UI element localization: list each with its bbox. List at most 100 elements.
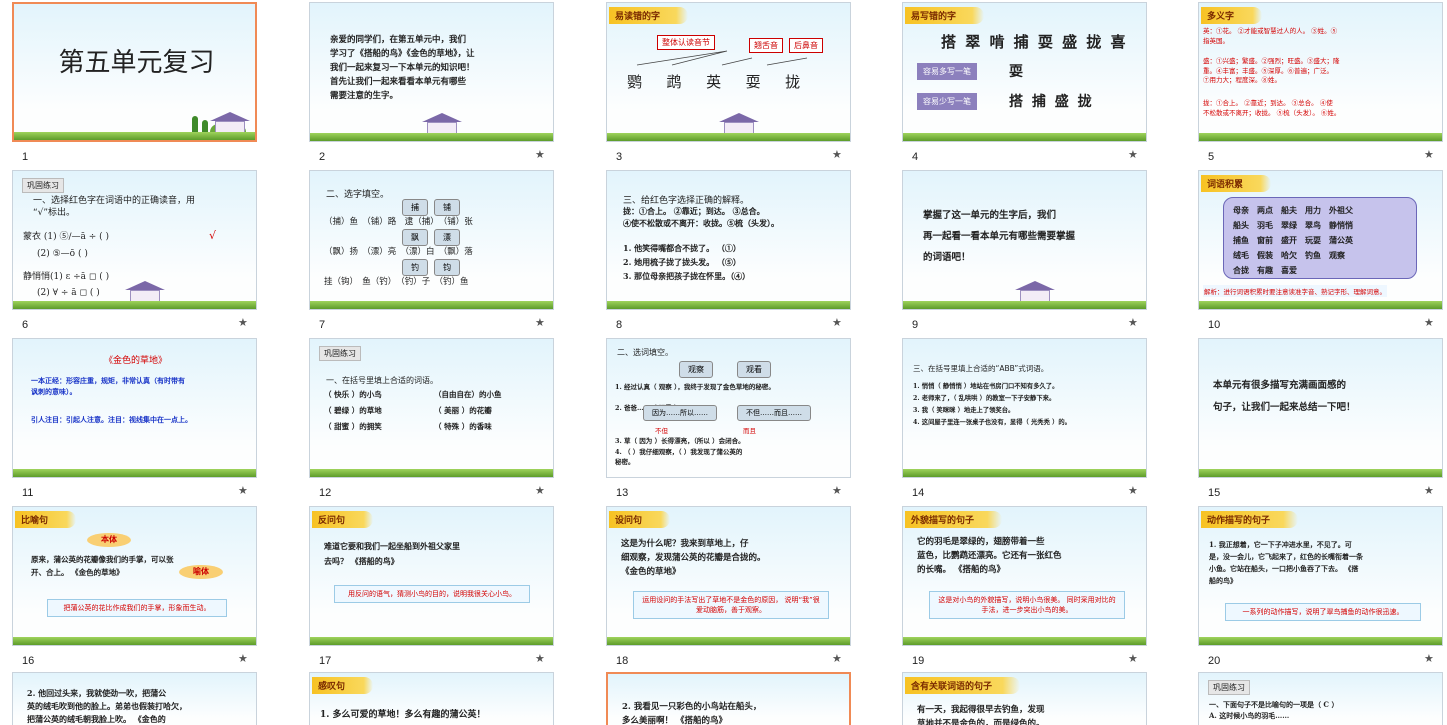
section-label: 巩固练习 xyxy=(22,178,64,193)
slide-number: 3 xyxy=(616,151,623,163)
slide-tag: 含有关联词语的句子 xyxy=(905,677,1021,694)
animation-star-icon[interactable]: ★ xyxy=(238,652,248,665)
paragraph: 拢：①合上。 ②靠近；到达。 ③总合。 ④使 不松散或不离开；收拢。 ⑤梳（头发… xyxy=(1203,99,1341,117)
question: 1. 经过认真（ 观察 ），我终于发现了金色草地的秘密。 xyxy=(615,383,775,391)
slide-number: 20 xyxy=(1208,655,1221,667)
animation-star-icon[interactable]: ★ xyxy=(535,316,545,329)
slide-tag: 动作描写的句子 xyxy=(1201,511,1299,528)
animation-star-icon[interactable]: ★ xyxy=(535,148,545,161)
slide-body: 二、选字填空。 xyxy=(326,190,390,200)
char-row: 耍 xyxy=(1009,64,1023,80)
slide-body: 难道它要和我们一起坐船到外祖父家里 去吗？ 《搭船的鸟》 xyxy=(324,541,460,566)
animation-star-icon[interactable]: ★ xyxy=(1424,316,1434,329)
slide-sorter-grid: 第五单元复习 1 亲爱的同学们，在第五单元中，我们 学习了《搭船的鸟》《金色的草… xyxy=(0,0,1447,725)
slide-tag: 设问句 xyxy=(609,511,671,528)
slide-number: 16 xyxy=(22,655,35,667)
animation-star-icon[interactable]: ★ xyxy=(1424,652,1434,665)
answer: （ 碧绿 ）的草地 xyxy=(324,406,382,415)
section-label: 巩固练习 xyxy=(1208,680,1250,695)
label-oval: 本体 xyxy=(87,533,131,547)
slide-tag: 词语积累 xyxy=(1201,175,1272,192)
sentence: 2. 她用梳子拢了拢头发。 （⑤） xyxy=(623,257,741,267)
slide-body: 亲爱的同学们，在第五单元中，我们 学习了《搭船的鸟》《金色的草地》，让 我们一起… xyxy=(330,35,475,101)
slide-number: 9 xyxy=(912,319,919,331)
question: 4. 这间屋子里连一张桌子也没有，显得（ 光秃秃 ）的。 xyxy=(913,419,1071,426)
question: 1. 悄悄（ 静悄悄 ）地站在书房门口不知有多久了。 xyxy=(913,383,1059,390)
slide-number: 1 xyxy=(22,151,29,163)
slide-body: 2. 他回过头来，我就使劲一吹，把蒲公 英的绒毛吹到他的脸上。弟弟也假装打哈欠，… xyxy=(27,688,187,724)
animation-star-icon[interactable]: ★ xyxy=(535,484,545,497)
note-box: 这是对小鸟的外貌描写，说明小鸟很美。 同时采用对比的手法，进一步突出小鸟的美。 xyxy=(929,591,1125,619)
option-chip: 钓 xyxy=(402,259,428,276)
slide-heading: 《金色的草地》 xyxy=(103,356,167,366)
slide-body: 它的羽毛是翠绿的，翅膀带着一些 蓝色，比鹦鹉还漂亮。它还有一张红色 的长嘴。 《… xyxy=(917,537,1062,575)
animation-star-icon[interactable]: ★ xyxy=(832,484,842,497)
section-label: 巩固练习 xyxy=(319,346,361,361)
answer: （ 甜蜜 ）的拥笑 xyxy=(324,422,382,431)
slide-number: 11 xyxy=(22,487,34,499)
answer-row: （捕）鱼 （铺）路 逮（捕） （铺）张 xyxy=(324,217,473,227)
note-box: 把蒲公英的花比作成我们的手掌，形象而生动。 xyxy=(47,599,227,617)
answer-row: （飘）扬 （漂）亮 （漂）白 （飘）落 xyxy=(324,247,473,257)
question: 静悄悄(1) ɛ ÷ā ◻ ( ) xyxy=(23,272,110,282)
question: (2) ∀ ÷ ā ◻ ( ) xyxy=(37,288,100,298)
animation-star-icon[interactable]: ★ xyxy=(238,316,248,329)
slide-tag: 比喻句 xyxy=(15,511,77,528)
slide-body: 1. 我正想着，它一下子冲进水里，不见了。可 是，没一会儿，它飞起来了，红色的长… xyxy=(1209,540,1363,585)
question: 蒙衣 (1) ⑤∕—ā ÷ ( ) xyxy=(23,232,110,242)
slide-number: 8 xyxy=(616,319,623,331)
slide-tag: 多义字 xyxy=(1201,7,1263,24)
slide-body: 一、在括号里填上合适的词语。 xyxy=(326,376,438,385)
definition: 引人注目：引起人注意。注目：视线集中在一点上。 xyxy=(31,415,192,424)
char-row: 搭 捕 盛 拢 xyxy=(1009,94,1094,110)
animation-star-icon[interactable]: ★ xyxy=(238,484,248,497)
slide-number: 18 xyxy=(616,655,629,667)
sentence: 3. 那位母亲把孩子拢在怀里。（④） xyxy=(623,271,751,281)
slide-number: 13 xyxy=(616,487,629,499)
slide-tag: 感叹句 xyxy=(312,677,374,694)
option-chip: 因为……所以…… xyxy=(643,405,717,421)
animation-star-icon[interactable]: ★ xyxy=(832,148,842,161)
animation-star-icon[interactable]: ★ xyxy=(1128,652,1138,665)
slide-body: 一、选择红色字在词语中的正确读音，用 “√”标出。 xyxy=(33,196,196,218)
animation-star-icon[interactable]: ★ xyxy=(832,316,842,329)
slide-body: 这是为什么呢？我来到草地上，仔 细观察，发现蒲公英的花瓣是合拢的。 《金色的草地… xyxy=(621,539,766,577)
animation-star-icon[interactable]: ★ xyxy=(1424,148,1434,161)
question: (2) ⑤—ō ( ) xyxy=(37,249,88,259)
animation-star-icon[interactable]: ★ xyxy=(1128,148,1138,161)
answer: （自由自在）的小鱼 xyxy=(434,390,502,399)
slide-body: 2. 我看见一只彩色的小鸟站在船头， 多么美丽啊！ 《搭船的鸟》 xyxy=(622,702,762,725)
slide-number: 7 xyxy=(319,319,326,331)
definition: 拢：①合上。 ②靠近；到达。 ③总合。 ④使不松散或不离开：收拢。⑤梳（头发）。 xyxy=(623,206,779,228)
slide-number: 10 xyxy=(1208,319,1221,331)
answer: （ 快乐 ）的小鸟 xyxy=(324,390,382,399)
slide-number: 15 xyxy=(1208,487,1221,499)
option-chip: 捕 xyxy=(402,199,428,216)
animation-star-icon[interactable]: ★ xyxy=(535,652,545,665)
answer-mark: 不但 xyxy=(655,427,668,435)
slide-number: 19 xyxy=(912,655,925,667)
slide-body: 原来，蒲公英的花瓣像我们的手掌，可以张 开、合上。 《金色的草地》 xyxy=(31,555,174,577)
slide-body: 掌握了这一单元的生字后，我们 再一起看一看本单元有哪些需要掌握 的词语吧！ xyxy=(923,210,1076,263)
animation-star-icon[interactable]: ★ xyxy=(1128,316,1138,329)
option-chip: 钧 xyxy=(434,259,460,276)
slide-body: 二、选词填空。 xyxy=(617,348,673,357)
note-box: 一系列的动作描写，说明了翠鸟捕鱼的动作很迅速。 xyxy=(1225,603,1421,621)
answer-row: 挂（钩） 鱼（钓） （钓）子 （钓）鱼 xyxy=(324,277,469,287)
animation-star-icon[interactable]: ★ xyxy=(1424,484,1434,497)
note-box: 运用设问的手法写出了草地不是金色的原因， 说明“我”很爱动脑筋，善于观察。 xyxy=(633,591,829,619)
paragraph: 盛：①兴盛；繁盛。②强烈；旺盛。③盛大；隆 重。④丰富；丰盛。⑤深厚。⑥普遍；广… xyxy=(1203,57,1340,84)
slide-tag: 外貌描写的句子 xyxy=(905,511,1003,528)
animation-star-icon[interactable]: ★ xyxy=(1128,484,1138,497)
slide-title: 第五单元复习 xyxy=(58,48,215,78)
question: 4. （ ）我仔细观察，（ ）我发现了蒲公英的 秘密。 xyxy=(615,448,743,466)
slide-number: 14 xyxy=(912,487,925,499)
slide-body: 一、下面句子不是比喻句的一项是（ C ） A. 这时候小鸟的羽毛…… xyxy=(1209,700,1339,720)
answer: （ 美丽 ）的花瓣 xyxy=(434,406,492,415)
question: 2. 老师来了，（ 乱哄哄 ）的教室一下子安静下来。 xyxy=(913,395,1056,402)
option-chip: 铺 xyxy=(434,199,460,216)
tip-text: 解析：进行词语积累时要注意读准字音、熟记字形、理解词意。 xyxy=(1203,285,1387,297)
answer-mark: 而且 xyxy=(743,427,756,435)
animation-star-icon[interactable]: ★ xyxy=(832,652,842,665)
paragraph: 英：①花。 ②才能或智慧过人的人。 ③姓。⑤ 指英国。 xyxy=(1203,27,1338,45)
